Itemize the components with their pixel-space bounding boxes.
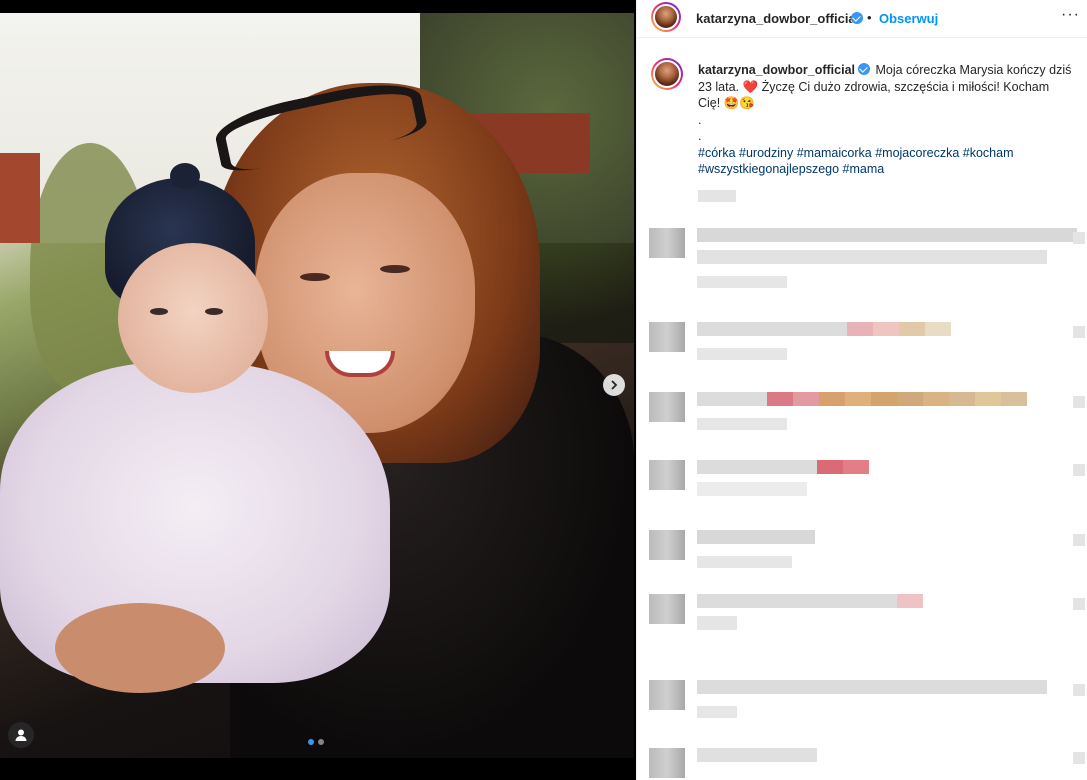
comment-emoji-blurred [793, 392, 819, 406]
comment-avatar-blurred [649, 748, 685, 778]
hashtag-list: #córka #urodziny #mamaicorka #mojacorecz… [698, 146, 1014, 177]
verified-badge-icon [858, 63, 870, 75]
comment-emoji-blurred [897, 594, 923, 608]
comment-emoji-blurred [975, 392, 1001, 406]
hashtag-link[interactable]: #mamaicorka [797, 146, 872, 160]
comment-avatar-blurred [649, 392, 685, 422]
comment-emoji-blurred [1001, 392, 1027, 406]
photo-detail [118, 243, 268, 393]
avatar-image [653, 4, 679, 30]
comment-text-blurred [697, 680, 1047, 694]
comment-meta-blurred [697, 348, 787, 360]
avatar-image [653, 60, 681, 88]
comment-text-blurred [697, 530, 815, 544]
hashtag-link[interactable]: #mama [843, 162, 885, 176]
comment-emoji-blurred [899, 322, 925, 336]
photo-detail [205, 308, 223, 315]
comment-emoji-blurred [873, 322, 899, 336]
comment-text-blurred [697, 482, 807, 496]
comment-text-blurred [697, 392, 767, 406]
photo-detail [380, 265, 410, 273]
comment-emoji-blurred [847, 322, 873, 336]
comment-text-blurred [697, 616, 737, 630]
comment-emoji-blurred [845, 392, 871, 406]
post-sidebar: katarzyna_dowbor_official • Obserwuj ···… [636, 0, 1087, 780]
comment-meta-blurred [697, 276, 787, 288]
comment-avatar-blurred [649, 680, 685, 710]
comment-text-blurred [697, 228, 1077, 242]
carousel-dot [318, 739, 324, 745]
comment-avatar-blurred [649, 460, 685, 490]
comment-avatar-blurred [649, 228, 685, 258]
carousel-dot-active [308, 739, 314, 745]
heart-emoji: ❤️ [742, 79, 759, 94]
caption-timestamp-blurred [698, 189, 736, 202]
comment-text-blurred [697, 748, 817, 762]
comment-avatar-blurred [649, 594, 685, 624]
hashtag-link[interactable]: #córka [698, 146, 736, 160]
comment-emoji-blurred [817, 460, 843, 474]
follow-button[interactable]: Obserwuj [879, 11, 938, 26]
user-tag-icon[interactable] [8, 722, 34, 748]
comment-emoji-blurred [767, 392, 793, 406]
like-icon-blurred[interactable] [1073, 464, 1085, 476]
like-icon-blurred[interactable] [1073, 326, 1085, 338]
photo-detail [0, 153, 40, 243]
photo-detail [55, 603, 225, 693]
comment-emoji-blurred [949, 392, 975, 406]
photo-detail [170, 163, 200, 189]
carousel-next-button[interactable] [603, 374, 625, 396]
comment-text-blurred [697, 322, 847, 336]
caption-dot: . [698, 129, 702, 143]
photo-detail [300, 273, 330, 281]
comment-emoji-blurred [819, 392, 845, 406]
chevron-right-icon [611, 380, 618, 390]
like-icon-blurred[interactable] [1073, 752, 1085, 764]
comment-meta-blurred [697, 556, 792, 568]
comment-text-blurred [697, 460, 817, 474]
header-separator: • [867, 10, 872, 25]
comment-emoji-blurred [925, 322, 951, 336]
hashtag-link[interactable]: #kocham [963, 146, 1014, 160]
comment-text-blurred [697, 594, 897, 608]
comment-text-blurred [697, 250, 1047, 264]
avatar[interactable] [651, 2, 681, 32]
verified-badge-icon [851, 12, 863, 24]
post-media [0, 0, 636, 780]
user-tag-glyph [15, 729, 27, 741]
like-icon-blurred[interactable] [1073, 396, 1085, 408]
caption-text: katarzyna_dowbor_official Moja córeczka … [698, 62, 1074, 202]
like-icon-blurred[interactable] [1073, 598, 1085, 610]
comment-emoji-blurred [897, 392, 923, 406]
photo-detail [150, 308, 168, 315]
caption-dot: . [698, 112, 702, 127]
comment-meta-blurred [697, 706, 737, 718]
hashtag-link[interactable]: #mojacoreczka [875, 146, 959, 160]
more-options-icon[interactable]: ··· [1061, 6, 1080, 24]
hashtag-link[interactable]: #wszystkiegonajlepszego [698, 162, 839, 176]
comment-emoji-blurred [871, 392, 897, 406]
like-icon-blurred[interactable] [1073, 684, 1085, 696]
post-header: katarzyna_dowbor_official • Obserwuj ··· [637, 0, 1087, 38]
comment-emoji-blurred [843, 460, 869, 474]
comment-avatar-blurred [649, 530, 685, 560]
comment-meta-blurred [697, 418, 787, 430]
carousel-indicator [308, 739, 324, 745]
hashtag-link[interactable]: #urodziny [739, 146, 793, 160]
emoji-group: 🤩😘 [723, 96, 755, 110]
comment-avatar-blurred [649, 322, 685, 352]
post-photo[interactable] [0, 13, 634, 758]
comment-emoji-blurred [923, 392, 949, 406]
like-icon-blurred[interactable] [1073, 232, 1085, 244]
header-username[interactable]: katarzyna_dowbor_official [696, 11, 859, 26]
caption-username[interactable]: katarzyna_dowbor_official [698, 63, 855, 77]
caption-avatar[interactable] [651, 58, 683, 90]
like-icon-blurred[interactable] [1073, 534, 1085, 546]
